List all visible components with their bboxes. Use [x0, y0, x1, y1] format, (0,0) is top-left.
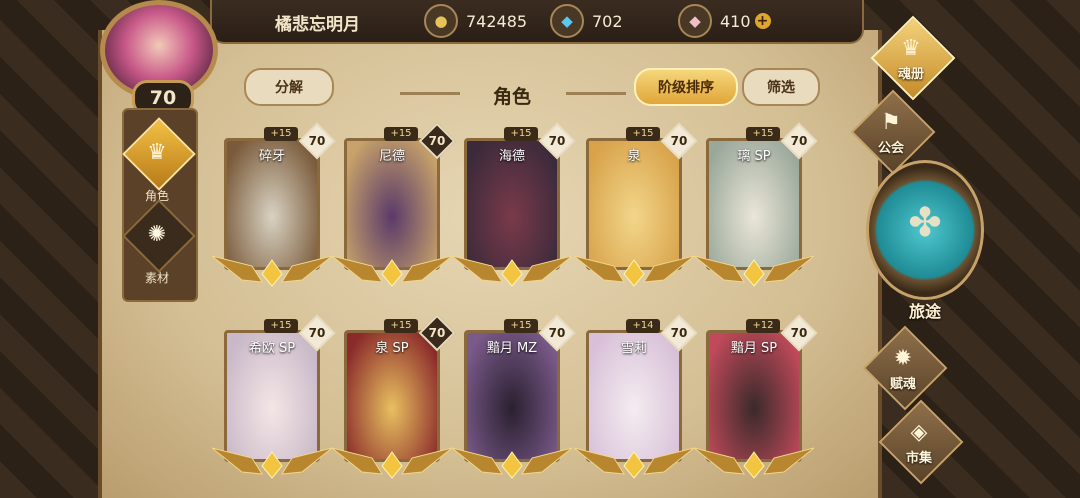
character-portrait: 希欧 SP — [224, 330, 320, 462]
title-ornament-right — [566, 92, 626, 95]
enhance-level-badge: +15 — [264, 127, 298, 141]
character-portrait: 泉 SP — [344, 330, 440, 462]
guild-banner-icon: ⚑ — [881, 110, 901, 135]
soul-book-label: 魂册 — [897, 67, 924, 82]
rank-wings-emblem — [212, 447, 332, 479]
title-ornament-left — [400, 92, 460, 95]
rank-wings-emblem — [452, 447, 572, 479]
filter-button[interactable]: 筛选 — [742, 68, 820, 106]
pink-gem-icon: ◆ — [678, 4, 712, 38]
enhance-level-badge: +12 — [746, 319, 780, 333]
enhance-level-badge: +14 — [626, 319, 660, 333]
character-level: 70 — [548, 326, 566, 340]
enhance-level-badge: +15 — [504, 127, 538, 141]
soul-book-button[interactable]: ♛ 魂册 — [866, 15, 956, 101]
decompose-button[interactable]: 分解 — [244, 68, 334, 106]
character-name: 泉 SP — [375, 341, 409, 356]
helmet-icon: ♛ — [147, 140, 167, 165]
character-level: 70 — [308, 134, 326, 148]
soul-gift-button[interactable]: ✹ 赋魂 — [858, 325, 948, 411]
gold-coin-icon: ● — [424, 4, 458, 38]
crystal-amount: 702 — [592, 11, 623, 31]
crystal-icon: ◈ — [910, 420, 928, 445]
character-card[interactable]: 尼德 +15 70 — [332, 122, 456, 288]
tab-characters[interactable]: ♛ 角色 — [122, 117, 196, 203]
rank-wings-emblem — [212, 255, 332, 287]
character-card[interactable]: 泉 +15 70 — [574, 122, 698, 288]
gem-amount: 410 — [720, 11, 751, 31]
character-card[interactable]: 黯月 SP +12 70 — [694, 314, 818, 480]
character-level: 70 — [548, 134, 566, 148]
tier-sort-button[interactable]: 阶级排序 — [634, 68, 738, 106]
character-name: 希欧 SP — [248, 341, 296, 356]
character-name: 璃 SP — [737, 149, 771, 164]
market-label: 市集 — [905, 451, 932, 466]
character-card[interactable]: 海德 +15 70 — [452, 122, 576, 288]
enhance-level-badge: +15 — [626, 127, 660, 141]
rank-wings-emblem — [332, 255, 452, 287]
helmet-icon: ♛ — [901, 36, 921, 61]
journey-button[interactable]: ✤ 旅途 — [866, 160, 984, 328]
character-card[interactable]: 碎牙 +15 70 — [212, 122, 336, 288]
enhance-level-badge: +15 — [384, 319, 418, 333]
character-name: 碎牙 — [258, 149, 285, 164]
gold-amount: 742485 — [466, 11, 528, 31]
journey-label: 旅途 — [908, 302, 941, 321]
market-button[interactable]: ◈ 市集 — [874, 399, 964, 485]
character-card[interactable]: 泉 SP +15 70 — [332, 314, 456, 480]
character-name: 尼德 — [378, 149, 405, 164]
add-gem-button[interactable]: + — [754, 13, 771, 29]
character-level: 70 — [790, 326, 808, 340]
character-portrait: 泉 — [586, 138, 682, 270]
rank-wings-emblem — [452, 255, 572, 287]
character-card[interactable]: 希欧 SP +15 70 — [212, 314, 336, 480]
gold-currency: ● 742485 — [424, 4, 528, 38]
rank-wings-emblem — [332, 447, 452, 479]
guild-label: 公会 — [877, 141, 904, 156]
character-portrait: 海德 — [464, 138, 560, 270]
guild-button[interactable]: ⚑ 公会 — [846, 89, 936, 175]
enhance-level-badge: +15 — [384, 127, 418, 141]
character-name: 泉 — [627, 149, 641, 164]
compass-emblem-icon: ✤ — [908, 200, 942, 246]
soul-gift-label: 赋魂 — [889, 377, 916, 392]
character-card[interactable]: 黯月 MZ +15 70 — [452, 314, 576, 480]
flame-icon: ✹ — [893, 346, 913, 371]
character-name: 黯月 SP — [730, 341, 778, 356]
player-name: 橘悲忘明月 — [275, 15, 360, 35]
character-name: 雪莉 — [620, 341, 647, 356]
page-title: 角色 — [492, 86, 531, 108]
character-level: 70 — [308, 326, 326, 340]
character-card[interactable]: 璃 SP +15 70 — [694, 122, 818, 288]
character-name: 黯月 MZ — [486, 341, 538, 356]
rank-wings-emblem — [694, 447, 814, 479]
character-portrait: 璃 SP — [706, 138, 802, 270]
character-portrait: 尼德 — [344, 138, 440, 270]
character-level: 70 — [428, 326, 446, 340]
character-portrait: 黯月 SP — [706, 330, 802, 462]
rank-wings-emblem — [574, 447, 694, 479]
character-level: 70 — [670, 134, 688, 148]
character-level: 70 — [670, 326, 688, 340]
enhance-level-badge: +15 — [504, 319, 538, 333]
tab-materials-label: 素材 — [144, 271, 169, 285]
character-level: 70 — [428, 134, 446, 148]
enhance-level-badge: +15 — [746, 127, 780, 141]
character-level: 70 — [790, 134, 808, 148]
character-portrait: 黯月 MZ — [464, 330, 560, 462]
beast-icon: ✺ — [147, 222, 167, 247]
character-portrait: 碎牙 — [224, 138, 320, 270]
rank-wings-emblem — [574, 255, 694, 287]
character-card[interactable]: 雪莉 +14 70 — [574, 314, 698, 480]
tab-materials[interactable]: ✺ 素材 — [122, 199, 196, 285]
rank-wings-emblem — [694, 255, 814, 287]
gem-currency[interactable]: ◆ 410 + — [678, 4, 771, 38]
blue-crystal-icon: ◆ — [550, 4, 584, 38]
character-name: 海德 — [498, 149, 525, 164]
crystal-currency: ◆ 702 — [550, 4, 623, 38]
enhance-level-badge: +15 — [264, 319, 298, 333]
character-portrait: 雪莉 — [586, 330, 682, 462]
